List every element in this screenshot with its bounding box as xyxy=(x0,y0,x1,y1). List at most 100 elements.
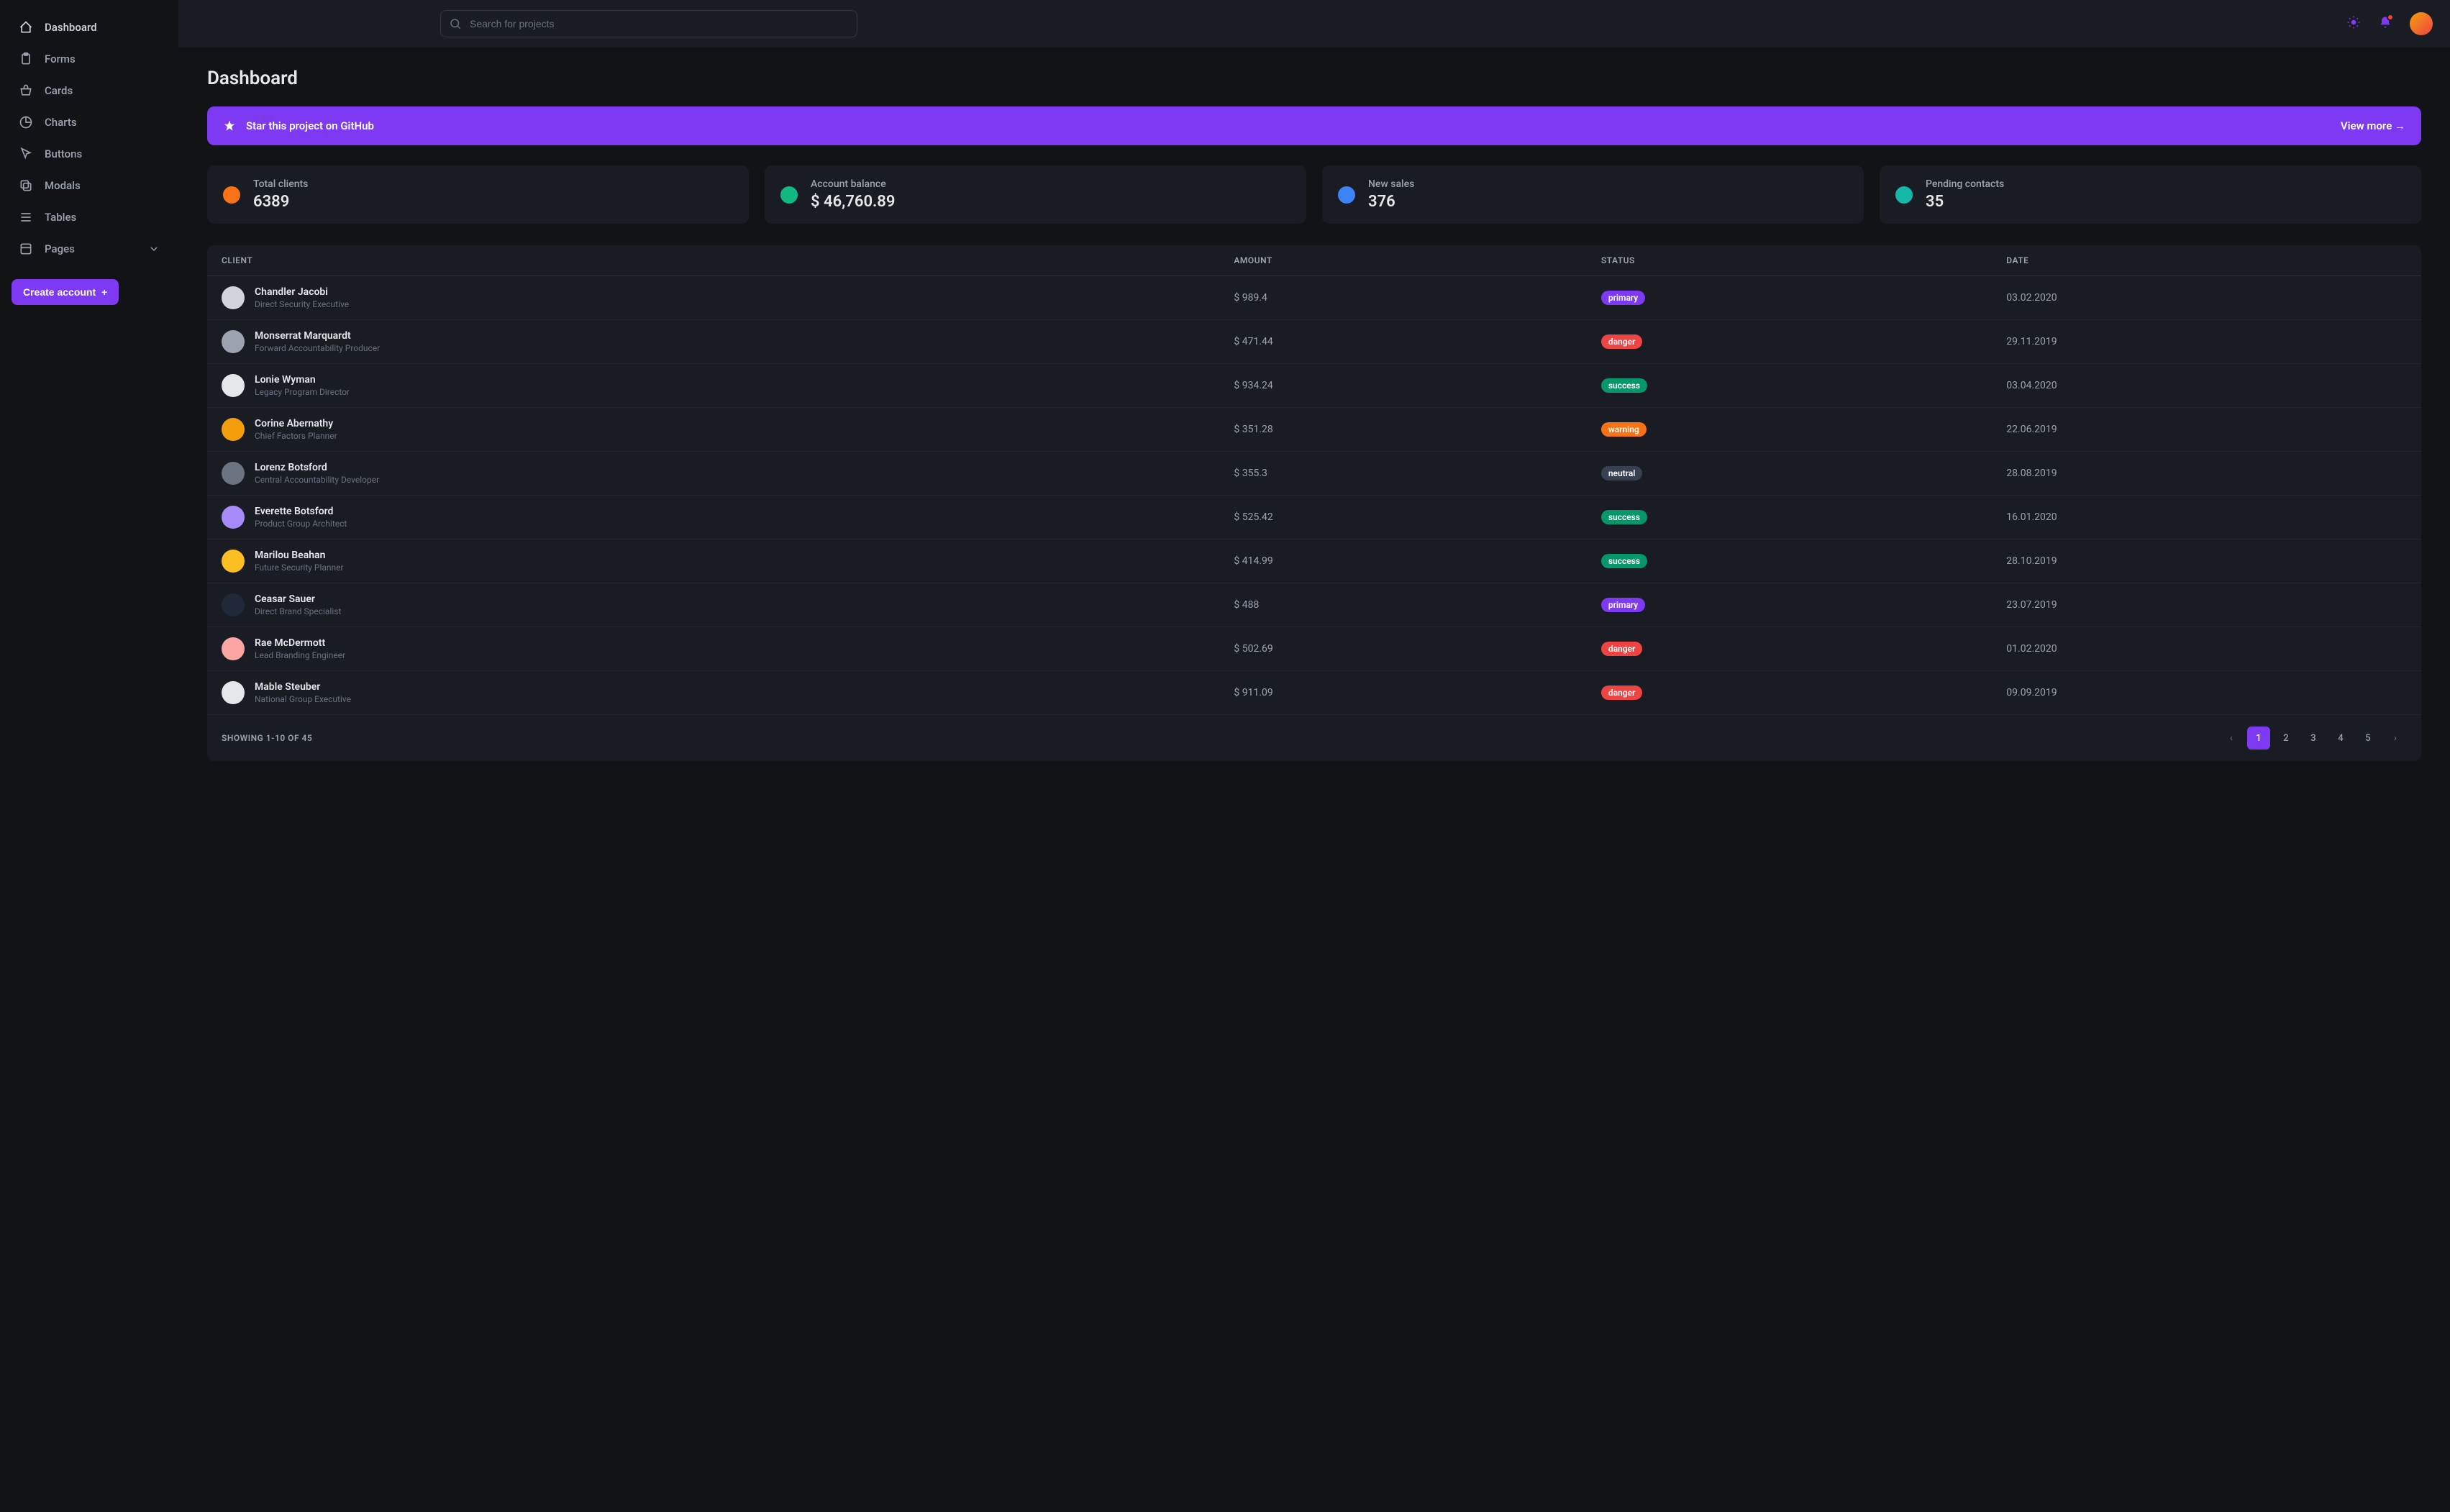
page-next[interactable]: › xyxy=(2384,727,2407,750)
notifications-button[interactable] xyxy=(2378,15,2392,32)
client-avatar xyxy=(222,506,245,529)
copy-icon xyxy=(19,178,33,193)
nav-label: Tables xyxy=(45,211,76,224)
client-name: Everette Botsford xyxy=(255,506,347,517)
table-row[interactable]: Lorenz BotsfordCentral Accountability De… xyxy=(207,452,2421,496)
search-input[interactable] xyxy=(440,10,857,37)
stat-label: Pending contacts xyxy=(1926,178,2004,190)
basket-icon xyxy=(19,83,33,98)
table-row[interactable]: Mable SteuberNational Group Executive$ 9… xyxy=(207,671,2421,715)
nav-label: Modals xyxy=(45,179,81,192)
client-name: Monserrat Marquardt xyxy=(255,330,380,342)
cursor-icon xyxy=(19,147,33,161)
stat-card: Account balance$ 46,760.89 xyxy=(765,165,1306,224)
amount-cell: $ 934.24 xyxy=(1219,364,1586,408)
date-cell: 03.04.2020 xyxy=(1992,364,2421,408)
client-role: Product Group Architect xyxy=(255,519,347,529)
table-row[interactable]: Chandler JacobiDirect Security Executive… xyxy=(207,276,2421,320)
client-role: National Group Executive xyxy=(255,694,351,704)
table-row[interactable]: Monserrat MarquardtForward Accountabilit… xyxy=(207,320,2421,364)
client-role: Direct Brand Specialist xyxy=(255,606,341,616)
create-account-button[interactable]: Create account + xyxy=(12,279,119,305)
col-date: Date xyxy=(1992,245,2421,276)
date-cell: 28.10.2019 xyxy=(1992,539,2421,583)
date-cell: 28.08.2019 xyxy=(1992,452,2421,496)
status-badge: success xyxy=(1601,378,1647,393)
nav-label: Forms xyxy=(45,53,76,65)
amount-cell: $ 355.3 xyxy=(1219,452,1586,496)
theme-toggle[interactable] xyxy=(2346,15,2361,32)
nav-label: Cards xyxy=(45,84,73,97)
client-avatar xyxy=(222,593,245,616)
col-status: Status xyxy=(1587,245,1992,276)
client-name: Rae McDermott xyxy=(255,637,345,649)
client-name: Lonie Wyman xyxy=(255,374,350,386)
date-cell: 01.02.2020 xyxy=(1992,627,2421,671)
table-row[interactable]: Everette Botsford Product Group Architect… xyxy=(207,496,2421,539)
amount-cell: $ 351.28 xyxy=(1219,408,1586,452)
client-role: Direct Security Executive xyxy=(255,299,349,309)
page-4[interactable]: 4 xyxy=(2329,727,2352,750)
notification-dot xyxy=(2387,14,2394,21)
search-icon xyxy=(449,17,462,30)
col-amount: Amount xyxy=(1219,245,1586,276)
search-wrap xyxy=(440,10,857,37)
stat-dot xyxy=(1338,186,1355,204)
pagination: ‹12345› xyxy=(2220,727,2407,750)
stat-card: Pending contacts35 xyxy=(1880,165,2421,224)
client-name: Marilou Beahan xyxy=(255,550,344,561)
nav-tables[interactable]: Tables xyxy=(12,201,167,233)
stat-label: New sales xyxy=(1368,178,1414,190)
table-row[interactable]: Lonie WymanLegacy Program Director $ 934.… xyxy=(207,364,2421,408)
table-row[interactable]: Corine AbernathyChief Factors Planner$ 3… xyxy=(207,408,2421,452)
banner-text: Star this project on GitHub xyxy=(246,119,374,132)
nav-forms[interactable]: Forms xyxy=(12,43,167,75)
client-role: Future Security Planner xyxy=(255,563,344,573)
content: Dashboard Star this project on GitHub Vi… xyxy=(178,47,2450,781)
banner-view-more[interactable]: View more → xyxy=(2341,119,2405,132)
page-prev[interactable]: ‹ xyxy=(2220,727,2243,750)
status-badge: success xyxy=(1601,554,1647,568)
table-row[interactable]: Rae McDermottLead Branding Engineer $ 502… xyxy=(207,627,2421,671)
stat-card: Total clients6389 xyxy=(207,165,749,224)
client-name: Mable Steuber xyxy=(255,681,351,693)
client-role: Legacy Program Director xyxy=(255,387,350,397)
nav-buttons[interactable]: Buttons xyxy=(12,138,167,170)
date-cell: 03.02.2020 xyxy=(1992,276,2421,320)
client-avatar xyxy=(222,418,245,441)
nav-dashboard[interactable]: Dashboard xyxy=(12,12,167,43)
client-avatar xyxy=(222,462,245,485)
nav-label: Buttons xyxy=(45,147,82,160)
top-right xyxy=(2346,12,2433,35)
client-avatar xyxy=(222,374,245,397)
client-role: Lead Branding Engineer xyxy=(255,650,345,660)
stat-dot xyxy=(780,186,798,204)
nav-label: Pages xyxy=(45,242,75,255)
amount-cell: $ 502.69 xyxy=(1219,627,1586,671)
nav-pages[interactable]: Pages xyxy=(12,233,167,265)
page-1[interactable]: 1 xyxy=(2247,727,2270,750)
client-name: Lorenz Botsford xyxy=(255,462,379,473)
layers-icon xyxy=(19,242,33,256)
page-2[interactable]: 2 xyxy=(2274,727,2298,750)
table-row[interactable]: Marilou BeahanFuture Security Planner$ 4… xyxy=(207,539,2421,583)
client-name: Ceasar Sauer xyxy=(255,593,341,605)
amount-cell: $ 525.42 xyxy=(1219,496,1586,539)
nav-label: Charts xyxy=(45,116,77,129)
stat-label: Total clients xyxy=(253,178,308,190)
page-5[interactable]: 5 xyxy=(2356,727,2380,750)
col-client: Client xyxy=(207,245,1219,276)
list-icon xyxy=(19,210,33,224)
date-cell: 23.07.2019 xyxy=(1992,583,2421,627)
page-3[interactable]: 3 xyxy=(2302,727,2325,750)
nav-charts[interactable]: Charts xyxy=(12,106,167,138)
stat-value: $ 46,760.89 xyxy=(811,193,895,211)
table-row[interactable]: Ceasar SauerDirect Brand Specialist$ 488… xyxy=(207,583,2421,627)
pie-icon xyxy=(19,115,33,129)
chevron-down-icon xyxy=(148,243,160,255)
status-badge: danger xyxy=(1601,642,1643,656)
user-avatar[interactable] xyxy=(2410,12,2433,35)
nav-modals[interactable]: Modals xyxy=(12,170,167,201)
nav-cards[interactable]: Cards xyxy=(12,75,167,106)
main: Dashboard Star this project on GitHub Vi… xyxy=(178,0,2450,1512)
